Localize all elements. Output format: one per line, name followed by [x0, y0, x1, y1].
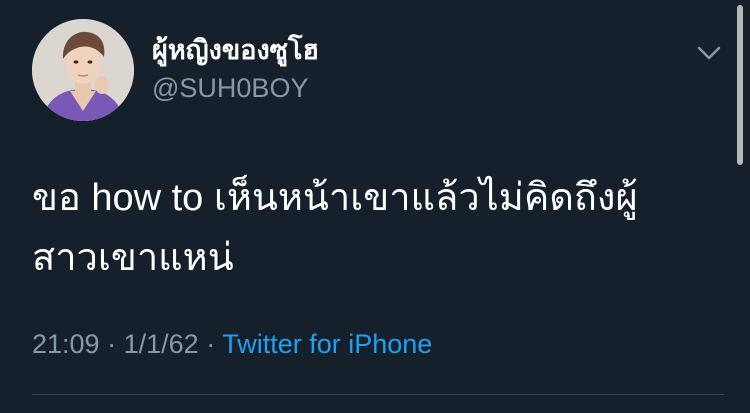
scrollbar[interactable]	[737, 5, 743, 165]
avatar[interactable]	[32, 19, 134, 121]
divider	[32, 394, 724, 395]
tweet-meta: 21:09 · 1/1/62 · Twitter for iPhone	[32, 326, 432, 362]
tweet-time: 21:09	[32, 329, 100, 359]
meta-separator: ·	[206, 329, 216, 359]
chevron-down-icon[interactable]	[692, 38, 726, 68]
tweet-date: 1/1/62	[123, 329, 199, 359]
profile-photo	[32, 19, 134, 121]
tweet-source-link[interactable]: Twitter for iPhone	[222, 329, 432, 359]
tweet-card: ผู้หญิงของซูโฮ @SUH0BOY ขอ how to เห็นหน…	[0, 0, 750, 413]
display-name[interactable]: ผู้หญิงของซูโฮ	[152, 34, 319, 66]
tweet-text-line: ขอ how to เห็นหน้าเขาแล้วไม่คิดถึงผู้	[32, 177, 638, 219]
user-handle[interactable]: @SUH0BOY	[152, 72, 308, 104]
meta-separator: ·	[107, 329, 117, 359]
tweet-text-line: สาวเขาแหน่	[32, 237, 234, 279]
tweet-text: ขอ how to เห็นหน้าเขาแล้วไม่คิดถึงผู้ สา…	[32, 168, 722, 288]
